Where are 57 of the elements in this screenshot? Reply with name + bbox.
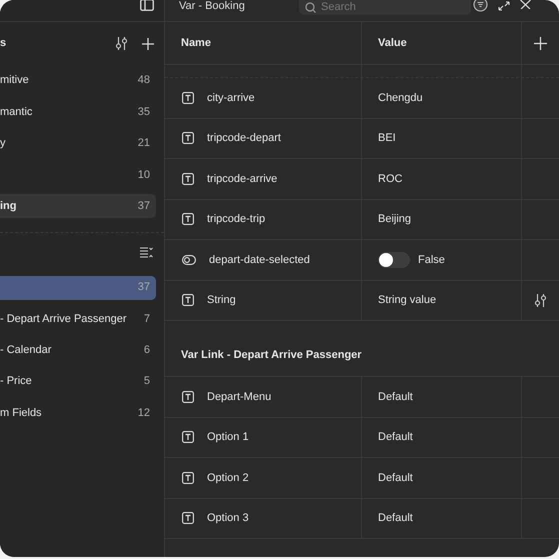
variable-name: tripcode-depart [207,131,281,146]
window-title: Var - Booking [179,0,246,13]
variable-name: Option 1 [207,430,249,445]
filter-icon[interactable] [473,0,488,12]
search-input[interactable]: Search [321,0,441,14]
text-type-icon [182,172,194,185]
sidebar-item[interactable]: m Fields 12 [0,401,156,426]
column-header: Name [181,36,211,51]
variable-value: BEI [378,131,396,146]
text-type-icon [182,512,194,524]
row-settings-icon[interactable] [534,294,547,307]
variable-value: String value [378,293,436,308]
sidebar-item[interactable]: mantic 35 [0,100,156,124]
text-type-icon [182,472,194,484]
variable-name: city-arrive [207,90,255,106]
text-type-icon [182,431,194,444]
text-type-icon [182,390,194,403]
text-type-icon [182,213,194,226]
sidebar-toggle-icon[interactable] [140,0,154,10]
text-type-icon [182,92,194,104]
sidebar-item[interactable]: y 21 [0,131,156,156]
search-field[interactable]: Search [299,0,471,15]
collapse-all-icon[interactable] [140,246,153,258]
variable-value: Beijing [378,212,412,227]
section-title: Var Link - Depart Arrive Passenger [181,348,362,362]
sliders-icon[interactable] [115,37,128,50]
variable-name: Depart-Menu [207,390,272,404]
toggle-type-icon [182,254,196,265]
variable-value: Default [378,511,413,526]
sidebar-item[interactable]: ing 37 [0,194,156,218]
variable-name: tripcode-trip [207,212,266,227]
variable-value: Default [378,470,413,486]
sidebar-item[interactable]: 10 [0,162,156,187]
toggle-switch[interactable] [378,252,410,268]
text-type-icon [182,294,194,306]
variable-value: Default [378,390,413,404]
variable-name: Option 2 [207,470,249,486]
variable-name: depart-date-selected [209,252,310,268]
variable-value: ROC [378,172,402,186]
variable-value: False [418,252,445,268]
variable-name: tripcode-arrive [207,172,278,186]
variable-name: String [207,293,236,308]
column-header: Value [378,36,407,51]
variable-name: Option 3 [207,511,249,526]
add-icon[interactable] [534,36,547,50]
variable-value: Default [378,430,413,445]
add-icon[interactable] [142,38,154,50]
sidebar-item[interactable]: mitive 48 [0,68,156,93]
sidebar-item[interactable]: - Depart Arrive Passenger 7 [0,306,156,331]
sidebar-item[interactable]: - Calendar 6 [0,338,156,362]
text-type-icon [182,132,194,144]
close-icon[interactable] [520,0,531,9]
expand-icon[interactable] [498,1,510,11]
search-icon [305,2,316,12]
sidebar-item[interactable]: - Price 5 [0,370,156,394]
variable-value: Chengdu [378,90,423,106]
section-header: s [0,36,8,52]
